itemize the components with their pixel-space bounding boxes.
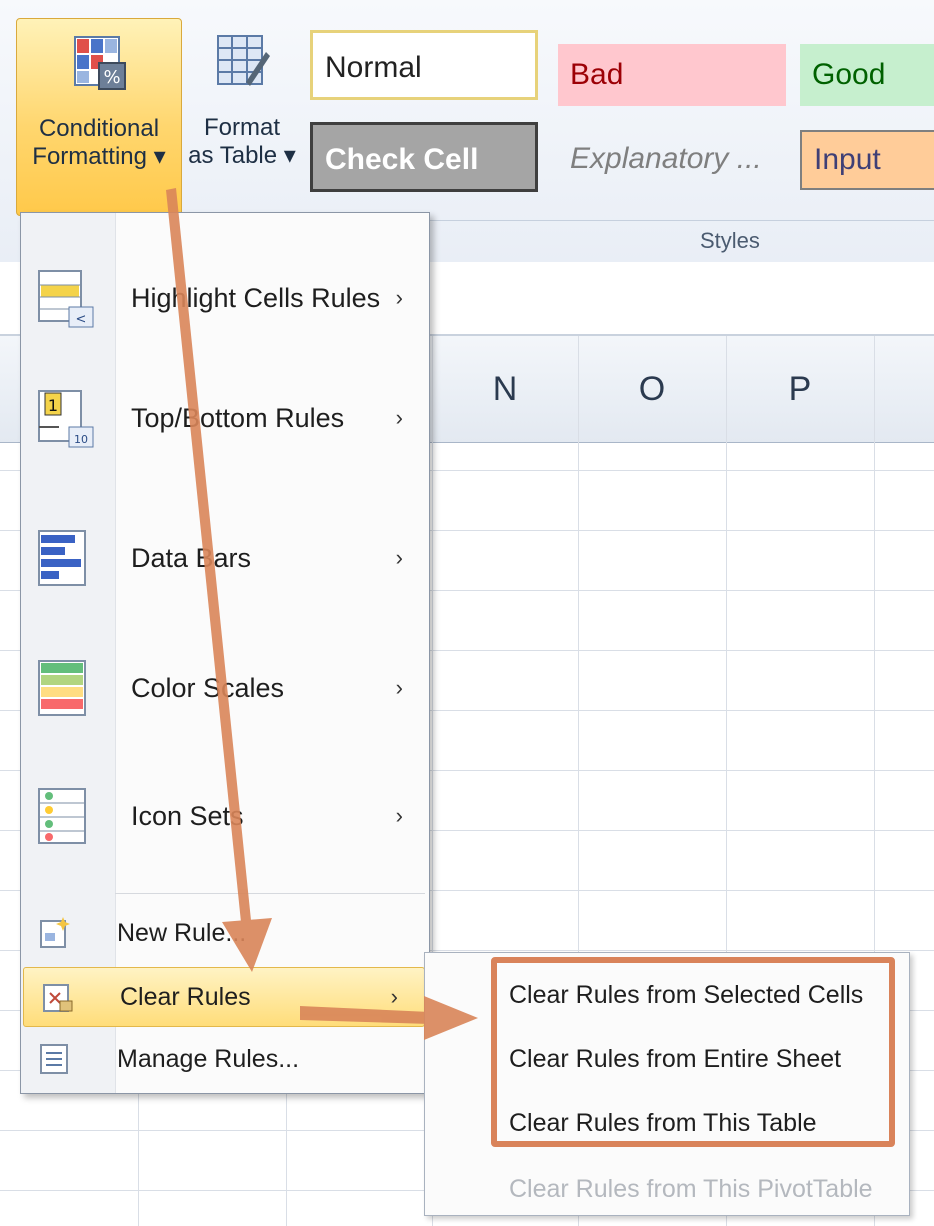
menu-item-manage-rules[interactable]: Manage Rules...	[21, 1031, 429, 1087]
menu-item-top-bottom-rules[interactable]: 1 10 Top/Bottom Rules ›	[21, 363, 429, 473]
submenu-item-clear-this-pivottable: Clear Rules from This PivotTable	[509, 1175, 873, 1203]
conditional-formatting-menu: < Highlight Cells Rules › 1 10 Top/Botto…	[20, 212, 430, 1094]
column-header-q[interactable]	[874, 336, 934, 443]
submenu-arrow-icon: ›	[395, 803, 403, 828]
style-check-cell[interactable]: Check Cell	[310, 122, 538, 192]
menu-item-label: Icon Sets	[131, 800, 244, 831]
style-explanatory[interactable]: Explanatory ...	[558, 124, 786, 194]
conditional-formatting-label-1: Conditional	[38, 115, 160, 142]
conditional-formatting-icon: %	[74, 36, 126, 90]
format-as-table-label-1: Format	[203, 114, 280, 141]
submenu-arrow-icon: ›	[395, 675, 403, 700]
format-as-table-button[interactable]: Format as Table ▾	[186, 18, 298, 214]
menu-item-new-rule[interactable]: New Rule...	[21, 905, 429, 961]
menu-item-label: Data Bars	[131, 542, 252, 573]
menu-item-label: New Rule...	[117, 918, 247, 947]
menu-item-label: Top/Bottom Rules	[131, 402, 345, 433]
style-normal[interactable]: Normal	[310, 30, 538, 100]
icon-sets-icon	[38, 788, 86, 844]
style-input[interactable]: Input	[800, 130, 934, 190]
format-as-table-icon	[217, 35, 270, 86]
menu-item-color-scales[interactable]: Color Scales ›	[21, 633, 429, 743]
menu-separator	[115, 893, 425, 894]
column-header-o[interactable]: O	[578, 336, 727, 443]
submenu-item-clear-this-table[interactable]: Clear Rules from This Table	[509, 1109, 817, 1138]
menu-item-label: Highlight Cells Rules	[131, 282, 381, 313]
manage-rules-icon	[40, 1044, 68, 1074]
conditional-formatting-label-2: Formatting ▾	[32, 143, 166, 170]
clear-rules-icon	[43, 984, 73, 1012]
menu-item-label: Color Scales	[131, 672, 285, 703]
data-bars-icon	[38, 530, 86, 586]
style-good[interactable]: Good	[800, 44, 934, 106]
svg-text:%: %	[103, 67, 120, 88]
menu-item-label: Clear Rules	[120, 982, 251, 1011]
conditional-formatting-button[interactable]: % Conditional Formatting ▾	[16, 18, 182, 216]
submenu-arrow-icon: ›	[395, 285, 403, 310]
submenu-arrow-icon: ›	[395, 545, 403, 570]
svg-text:<: <	[76, 312, 87, 327]
submenu-arrow-icon: ›	[390, 984, 398, 1009]
menu-item-data-bars[interactable]: Data Bars ›	[21, 503, 429, 613]
submenu-arrow-icon: ›	[395, 405, 403, 430]
submenu-item-clear-entire-sheet[interactable]: Clear Rules from Entire Sheet	[509, 1045, 841, 1074]
svg-text:10: 10	[74, 433, 88, 446]
styles-group-label: Styles	[700, 228, 760, 253]
svg-text:1: 1	[48, 396, 58, 415]
menu-item-label: Manage Rules...	[117, 1044, 300, 1073]
style-bad[interactable]: Bad	[558, 44, 786, 106]
column-header-p[interactable]: P	[726, 336, 875, 443]
color-scales-icon	[38, 660, 86, 716]
submenu-item-clear-selected-cells[interactable]: Clear Rules from Selected Cells	[509, 981, 863, 1010]
clear-rules-submenu: Clear Rules from Selected Cells Clear Ru…	[424, 952, 910, 1216]
top-bottom-icon: 1 10	[38, 390, 94, 448]
menu-item-icon-sets[interactable]: Icon Sets ›	[21, 761, 429, 871]
menu-item-highlight-cells-rules[interactable]: < Highlight Cells Rules ›	[21, 243, 429, 353]
column-header-n[interactable]: N	[432, 336, 579, 443]
new-rule-icon	[40, 917, 70, 948]
format-as-table-label-2: as Table ▾	[188, 142, 296, 169]
highlight-cells-icon: <	[38, 270, 94, 328]
menu-item-clear-rules[interactable]: Clear Rules ›	[23, 967, 425, 1027]
